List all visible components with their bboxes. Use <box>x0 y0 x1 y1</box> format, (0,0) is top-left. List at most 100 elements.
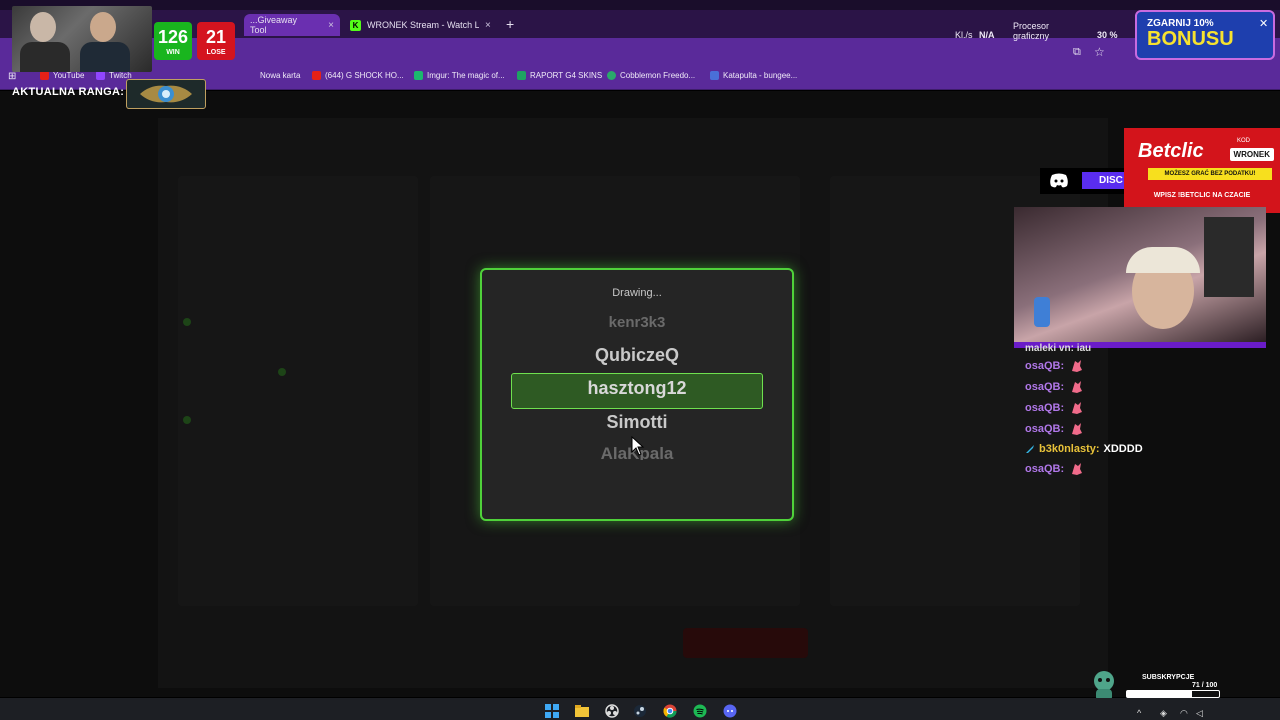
steam-icon[interactable] <box>632 704 648 718</box>
chat-username: osaQB: <box>1025 402 1065 414</box>
new-tab-button[interactable]: + <box>506 16 514 32</box>
address-bar-row <box>0 38 1280 66</box>
bookmark-label: RAPORT G4 SKINS <box>530 71 603 80</box>
chair <box>1204 217 1254 297</box>
streamer-hair <box>1126 247 1200 273</box>
chat-message: osaQB: <box>1025 401 1083 415</box>
file-explorer-icon[interactable] <box>574 704 590 718</box>
wifi-icon[interactable]: ◠ <box>1180 708 1188 719</box>
apps-icon[interactable]: ⊞ <box>8 71 16 82</box>
cobblemon-icon <box>607 71 616 80</box>
person-body <box>80 42 130 72</box>
emote-icon <box>1072 381 1083 393</box>
bottle-icon <box>1034 297 1050 327</box>
dimmed-toggle <box>183 416 191 424</box>
imgur-icon <box>414 71 423 80</box>
tab-label: WRONEK Stream - Watch Live o <box>367 20 479 30</box>
rank-label: AKTUALNA RANGA: <box>12 86 125 98</box>
star-icon[interactable]: ☆ <box>1094 45 1105 59</box>
emote-icon <box>1072 402 1083 414</box>
betclic-logo: Betclic <box>1138 140 1204 162</box>
bookmark-youtube[interactable]: YouTube <box>40 71 84 80</box>
subs-progress-bar <box>1126 690 1220 698</box>
modal-title: Drawing... <box>612 287 662 299</box>
chat-username: osaQB: <box>1025 463 1065 475</box>
betclic-promo: WPISZ !BETCLIC NA CZACIE <box>1153 192 1251 199</box>
bookmark-label: Cobblemon Freedo... <box>620 71 696 80</box>
chat-username: osaQB: <box>1025 423 1065 435</box>
draw-name: kenr3k3 <box>608 314 666 330</box>
betclic-ad: Betclic KOD WRONEK MOŻESZ GRAĆ BEZ PODAT… <box>1124 128 1280 213</box>
youtube-icon <box>40 71 49 80</box>
chat-message: osaQB: <box>1025 422 1083 436</box>
emote-icon <box>1072 360 1083 372</box>
gpu-label-line1: Procesor <box>1013 21 1050 31</box>
dimmed-red-button <box>683 628 808 658</box>
emote-icon <box>1072 463 1083 475</box>
twitch-icon <box>96 71 105 80</box>
close-icon[interactable]: × <box>485 20 491 31</box>
dimmed-toggle <box>183 318 191 326</box>
chat-message: osaQB: <box>1025 380 1083 394</box>
fps-value: N/A <box>979 30 995 40</box>
settings-panel <box>178 176 418 606</box>
discord-icon <box>1050 173 1068 188</box>
bookmark-cobblemon[interactable]: Cobblemon Freedo... <box>607 71 695 80</box>
subs-count: 71 / 100 <box>1192 682 1218 689</box>
betclic-tax-strip: MOŻESZ GRAĆ BEZ PODATKU! <box>1148 168 1272 180</box>
browser-frame <box>0 0 1280 10</box>
person-icon <box>30 12 56 42</box>
losses-label: LOSE <box>206 49 226 56</box>
sheet-icon <box>517 71 526 80</box>
wins-count: 126 <box>157 27 189 47</box>
translate-icon[interactable]: ⧉ <box>1073 46 1081 59</box>
tab-giveaway-tool[interactable]: ...Giveaway Tool × <box>244 14 340 36</box>
bookmark-new-tab[interactable]: Nowa karta <box>246 71 300 80</box>
tab-wronek-stream[interactable]: K WRONEK Stream - Watch Live o × <box>344 14 500 36</box>
rank-emblem-icon <box>126 79 206 109</box>
discord-taskbar-icon[interactable] <box>722 704 738 718</box>
chat-text: XDDDD <box>1103 443 1143 455</box>
chrome-icon[interactable] <box>662 704 678 718</box>
network-icon[interactable]: ◈ <box>1160 708 1167 719</box>
bookmark-label: YouTube <box>53 71 85 80</box>
chat-username: osaQB: <box>1025 360 1065 372</box>
bookmark-katapulta[interactable]: Katapulta - bungee... <box>710 71 797 80</box>
gpu-usage: Procesor graficzny <box>1013 21 1049 41</box>
drawing-modal: Drawing... kenr3k3 QubiczeQ hasztong12 S… <box>480 268 794 521</box>
chat-message: b3k0nlasty: XDDDD <box>1025 443 1143 455</box>
webcam-left <box>12 6 152 72</box>
betclic-code: WRONEK <box>1229 148 1274 161</box>
tray-chevron-icon[interactable]: ^ <box>1137 708 1141 718</box>
bookmark-raport[interactable]: RAPORT G4 SKINS <box>517 71 602 80</box>
mouse-cursor-icon <box>631 436 645 456</box>
losses-count: 21 <box>205 27 227 47</box>
sword-badge-icon <box>1026 445 1034 453</box>
chat-message: osaQB: <box>1025 462 1083 476</box>
person-body <box>20 42 70 72</box>
katapulta-icon <box>710 71 719 80</box>
volume-icon[interactable]: ◁ <box>1196 708 1203 719</box>
bookmark-label: Imgur: The magic of... <box>427 71 505 80</box>
draw-name: Simotti <box>606 412 668 432</box>
tab-strip <box>0 10 1280 38</box>
close-icon[interactable]: × <box>328 20 334 31</box>
windows-start-icon[interactable] <box>544 704 560 718</box>
bonus-banner: ZGARNIJ 10% BONUSU <box>1135 10 1275 60</box>
bookmark-imgur[interactable]: Imgur: The magic of... <box>414 71 505 80</box>
webcam-right <box>1014 207 1266 343</box>
losses-badge: 21 LOSE <box>197 22 235 60</box>
bookmark-label: Nowa karta <box>260 71 301 80</box>
bookmark-g-shock[interactable]: (644) G SHOCK HO... <box>312 71 404 80</box>
obs-icon[interactable] <box>604 704 620 718</box>
subs-progress-fill <box>1127 691 1193 697</box>
tab-label: ...Giveaway Tool <box>250 15 298 35</box>
close-icon[interactable]: ✕ <box>1259 17 1268 30</box>
bonus-main-text: BONUSU <box>1147 28 1234 50</box>
chat-message: osaQB: <box>1025 359 1083 373</box>
spotify-icon[interactable] <box>692 704 708 718</box>
emote-icon <box>1072 423 1083 435</box>
bookmark-label: (644) G SHOCK HO... <box>325 71 404 80</box>
chat-cut-message: maleki vn: jau <box>1025 343 1092 351</box>
wins-label: WIN <box>166 49 180 56</box>
